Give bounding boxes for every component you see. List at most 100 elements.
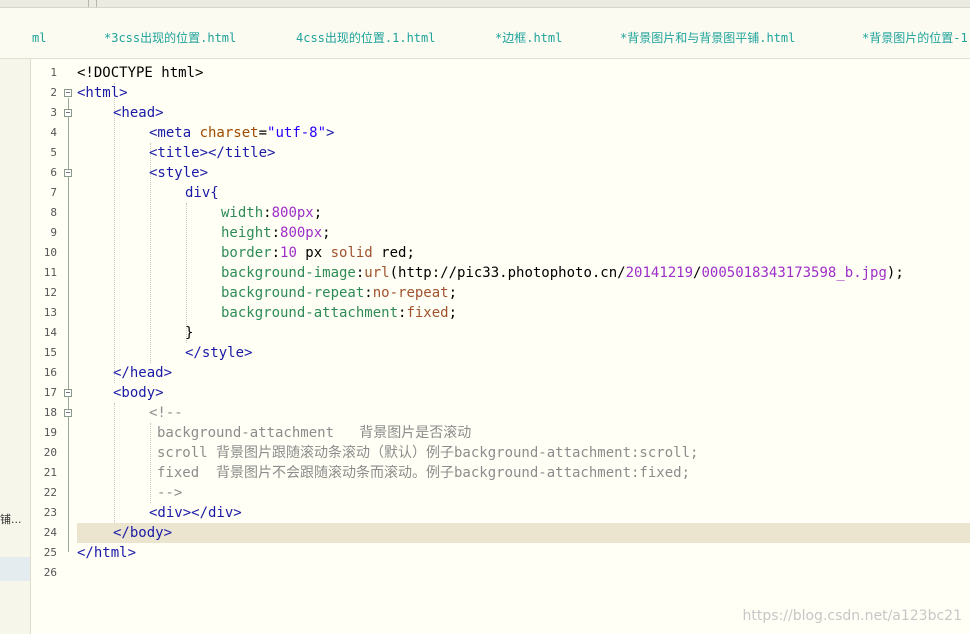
- css-keyword: solid: [330, 245, 373, 261]
- colon: :: [263, 205, 272, 221]
- semicolon: ;: [448, 285, 458, 301]
- tab-partial-html[interactable]: ml: [32, 31, 46, 45]
- code-line: <div></div>: [149, 503, 242, 523]
- line-number: 4: [50, 126, 57, 139]
- css-property: background-repeat: [221, 285, 365, 301]
- fold-toggle-html[interactable]: −: [64, 89, 72, 97]
- tab-background-position[interactable]: *背景图片的位置-1: [862, 31, 968, 45]
- div-element: <div></div>: [149, 505, 242, 521]
- editor-tab-bar: ml *3css出现的位置.html 4css出现的位置.1.html *边框.…: [0, 8, 970, 59]
- comment-text: scroll 背景图片跟随滚动条滚动（默认）例子background-attac…: [157, 445, 699, 461]
- code-line: fixed 背景图片不会跟随滚动条而滚动。例子background-attach…: [157, 463, 690, 483]
- toolbar-separator: [88, 0, 89, 7]
- css-property: height: [221, 225, 272, 241]
- fold-toggle-head[interactable]: −: [64, 109, 72, 117]
- code-line: height:800px;: [221, 223, 331, 243]
- semicolon: ;: [322, 225, 331, 241]
- css-property: border: [221, 245, 272, 261]
- code-line: <html>: [77, 83, 128, 103]
- line-number: 8: [50, 206, 57, 219]
- head-open-tag: <head>: [113, 105, 164, 121]
- comment-text: fixed 背景图片不会跟随滚动条而滚动。例子background-attach…: [157, 465, 691, 481]
- code-line: <!--: [149, 403, 183, 423]
- line-number: 10: [43, 246, 57, 259]
- code-line: background-image:url(http://pic33.photop…: [221, 263, 904, 283]
- tab-4css-position[interactable]: 4css出现的位置.1.html: [296, 31, 435, 45]
- css-block-close: }: [185, 325, 194, 341]
- css-value: 800px: [271, 205, 314, 221]
- title-tag: <title></title>: [149, 145, 276, 161]
- code-line: </head>: [113, 363, 172, 383]
- fold-toggle-comment[interactable]: −: [64, 409, 72, 417]
- code-line-current: </body>: [113, 523, 172, 543]
- tab-border[interactable]: *边框.html: [495, 31, 562, 45]
- css-keyword: no-repeat: [372, 285, 449, 301]
- code-line: }: [185, 323, 193, 343]
- style-close-tag: </style>: [185, 345, 253, 361]
- css-value-color: red;: [372, 245, 415, 261]
- comment-text: background-attachment 背景图片是否滚动: [157, 425, 472, 441]
- line-number: 18: [43, 406, 57, 419]
- line-number: 1: [50, 66, 57, 79]
- meta-charset-value: "utf-8": [267, 125, 327, 141]
- code-line: <title></title>: [149, 143, 275, 163]
- fold-toggle-style[interactable]: −: [64, 169, 72, 177]
- line-number: 13: [43, 306, 57, 319]
- project-panel: 铺...: [0, 59, 31, 634]
- meta-charset-attr: charset: [199, 125, 259, 141]
- css-value: 10: [280, 245, 297, 261]
- body-close-tag: </body>: [113, 525, 173, 541]
- line-number: 6: [50, 166, 57, 179]
- css-value: 800px: [280, 225, 323, 241]
- colon: :: [364, 285, 373, 301]
- css-function: url: [364, 265, 390, 281]
- indent-guide: [114, 83, 115, 383]
- line-number: 2: [50, 86, 57, 99]
- css-property: background-attachment: [221, 305, 399, 321]
- html-close-tag: </html>: [77, 545, 137, 561]
- tab-3css-position[interactable]: *3css出现的位置.html: [104, 31, 236, 45]
- code-line: <meta charset="utf-8">: [149, 123, 334, 143]
- code-line: </style>: [185, 343, 252, 363]
- line-number: 24: [43, 526, 57, 539]
- top-toolbar-strip: [0, 0, 970, 8]
- line-number: 17: [43, 386, 57, 399]
- colon: :: [271, 225, 281, 241]
- code-line: background-repeat:no-repeat;: [221, 283, 457, 303]
- project-item-selected[interactable]: [0, 557, 30, 581]
- tab-background-repeat[interactable]: *背景图片和与背景图平铺.html: [620, 31, 795, 45]
- code-line: background-attachment:fixed;: [221, 303, 457, 323]
- code-line: scroll 背景图片跟随滚动条滚动（默认）例子background-attac…: [157, 443, 698, 463]
- line-number: 25: [43, 546, 57, 559]
- code-editor[interactable]: <!DOCTYPE html> <html> <head> <meta char…: [77, 59, 970, 634]
- indent-guide: [186, 203, 187, 343]
- code-line: <style>: [149, 163, 208, 183]
- line-number: 21: [43, 466, 57, 479]
- line-number: 3: [50, 106, 57, 119]
- equals-sign: =: [258, 125, 268, 141]
- head-close-tag: </head>: [113, 365, 173, 381]
- code-line: background-attachment 背景图片是否滚动: [157, 423, 471, 443]
- style-open-tag: <style>: [149, 165, 209, 181]
- line-number: 9: [50, 226, 57, 239]
- line-number: 11: [43, 266, 57, 279]
- doctype: <!DOCTYPE html>: [77, 65, 204, 81]
- css-keyword: fixed: [406, 305, 449, 321]
- line-number: 15: [43, 346, 57, 359]
- fold-guide: [68, 98, 69, 552]
- project-item-truncated[interactable]: 铺...: [0, 511, 22, 527]
- line-number: 16: [43, 366, 57, 379]
- html-open-tag: <html>: [77, 85, 128, 101]
- fold-toggle-body[interactable]: −: [64, 389, 72, 397]
- code-line: -->: [157, 483, 182, 503]
- comment-close: -->: [157, 485, 183, 501]
- line-number: 23: [43, 506, 57, 519]
- line-number: 7: [50, 186, 57, 199]
- css-property: width: [221, 205, 264, 221]
- toolbar-separator: [96, 0, 97, 7]
- code-line: </html>: [77, 543, 136, 563]
- line-number: 20: [43, 446, 57, 459]
- indent-guide: [150, 423, 151, 503]
- url-number: 0005018343173598_b.jpg: [701, 265, 887, 281]
- line-number: 22: [43, 486, 57, 499]
